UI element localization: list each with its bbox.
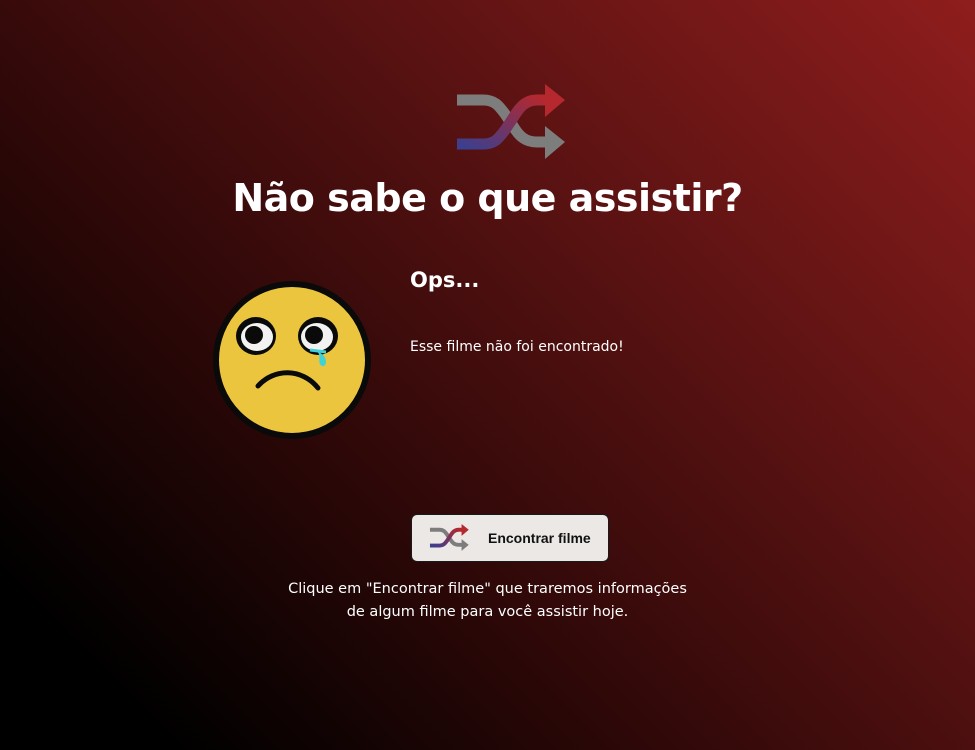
shuffle-icon [429,524,469,551]
hint-line-1: Clique em "Encontrar filme" que traremos… [288,581,687,597]
not-found-message: Esse filme não foi encontrado! [410,339,624,355]
hint-line-2: de algum filme para você assistir hoje. [346,604,629,620]
find-movie-button-label: Encontrar filme [488,530,591,546]
sad-crying-face-icon [213,281,371,439]
result-heading: Ops... [410,268,480,292]
page-title: Não sabe o que assistir? [232,176,743,220]
find-movie-button[interactable]: Encontrar filme [411,514,609,562]
shuffle-icon [457,84,565,159]
hint-text: Clique em "Encontrar filme" que traremos… [0,578,975,624]
